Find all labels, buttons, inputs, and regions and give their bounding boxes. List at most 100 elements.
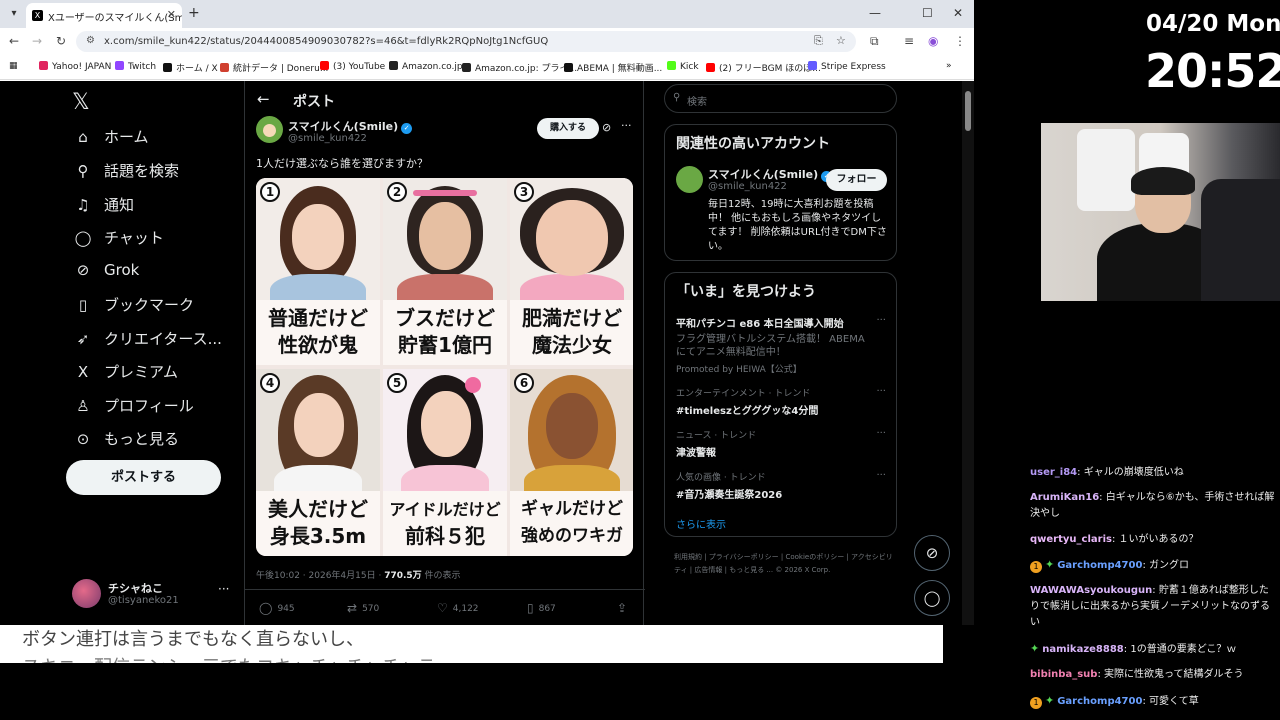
share-icon[interactable]: ⇪ [617,601,632,615]
tab-bar: ▾ X Xユーザーのスマイルくん(Smile)さん ✕ + — ☐ ✕ [0,0,974,28]
related-avatar[interactable] [676,166,703,193]
back-icon[interactable]: ← [9,34,19,48]
sidebar-item-1[interactable]: ⚲ 話題を検索 [72,160,180,188]
bookmark-item[interactable]: (3) YouTube [320,61,385,72]
bookmark-item[interactable]: ホーム / X [163,61,218,74]
chat-user[interactable]: ArumiKan16 [1030,492,1099,503]
bookmark-item[interactable]: Stripe Express [808,61,886,72]
trend-more-icon[interactable]: ··· [876,315,886,326]
post-button[interactable]: ポストする [66,460,221,495]
trend-more-icon[interactable]: ··· [876,470,886,481]
trend-item[interactable]: エンターテインメント · トレンド #timeleszとグググッな4分間 ··· [676,386,886,417]
bookmark-item[interactable]: Twitch [115,61,156,72]
follow-button[interactable]: フォロー [826,169,887,191]
profile-icon-browser[interactable]: ◉ [928,34,938,48]
trend-item[interactable]: ニュース · トレンド 津波警報 ··· [676,428,886,459]
active-tab[interactable]: X Xユーザーのスマイルくん(Smile)さん ✕ [26,3,182,28]
reply-action[interactable]: ◯ 945 [259,601,295,615]
new-tab-icon[interactable]: + [188,5,200,21]
trend-promo: Promoted by HEIWA【公式】 [676,365,802,375]
sub-badge-icon: 1 [1030,561,1042,573]
post-time[interactable]: 午後10:02 · 2026年4月15日 · [256,571,384,581]
caption-line: アイドルだけど [389,500,501,519]
account-switcher[interactable]: チシャねこ @tisyaneko21 ··· [72,576,242,616]
scrollbar-thumb[interactable] [965,91,971,131]
tab-close-icon[interactable]: ✕ [167,8,176,21]
sidebar-item-3[interactable]: ◯ チャット [72,227,164,255]
chat-user[interactable]: WAWAWAsyoukougun [1030,585,1152,596]
trend-more-icon[interactable]: ··· [876,428,886,439]
chat-user[interactable]: qwertyu_claris [1030,534,1112,545]
trend-item[interactable]: 人気の画像 · トレンド #音乃瀬奏生誕祭2026 ··· [676,470,886,501]
install-app-icon[interactable]: ⎘ [814,34,823,48]
chat-user[interactable]: user_i84 [1030,467,1077,478]
chat-user[interactable]: bibinba_sub [1030,669,1097,680]
browser-menu-icon[interactable]: ⋮ [954,34,966,48]
footer-links[interactable]: 利用規約 | プライバシーポリシー | Cookieのポリシー | アクセシビリ… [674,551,894,577]
related-title: 関連性の高いアカウント [676,136,830,152]
sidebar-item-4[interactable]: ⊘ Grok [72,261,140,289]
address-bar[interactable]: ⚙ x.com/smile_kun422/status/204440085490… [76,31,856,52]
page-title: ポスト [293,94,335,110]
sidebar-item-8[interactable]: ♙ プロフィール [72,395,193,423]
buy-button[interactable]: 購入する [537,118,599,139]
sidebar-item-6[interactable]: ➶ クリエイタース... [72,328,222,356]
post-more-icon[interactable]: ··· [621,119,632,132]
sidebar-item-label: 通知 [104,196,135,214]
related-name[interactable]: スマイルくん(Smile)✓ [708,166,833,182]
related-handle[interactable]: @smile_kun422 [708,181,787,192]
grok-fab-icon[interactable]: ⊘ [914,535,950,571]
trend-item[interactable]: 平和パチンコ e86 本日全国導入開始 フラグ管理バトルシステム搭載！ ABEM… [676,315,886,375]
account-handle: @tisyaneko21 [108,595,179,606]
reload-icon[interactable]: ↻ [56,34,66,48]
like-action[interactable]: ♡ 4,122 [437,601,479,615]
bookmark-star-icon[interactable]: ☆ [836,34,846,47]
x-logo-icon[interactable]: 𝕏 [72,90,90,115]
tab-search-icon[interactable]: ▾ [6,6,22,22]
bookmark-item[interactable]: Yahoo! JAPAN [39,61,111,72]
bookmark-item[interactable]: 統計データ | Doneru... [220,61,328,74]
bookmark-item[interactable]: Amazon.co.jp: プライ... [462,61,577,74]
back-arrow-icon[interactable]: ← [257,90,270,108]
author-handle[interactable]: @smile_kun422 [288,133,367,144]
chat-user[interactable]: Garchomp4700 [1057,560,1142,571]
messages-fab-icon[interactable]: ◯ [914,580,950,616]
chat-user[interactable]: Garchomp4700 [1057,696,1142,707]
author-name[interactable]: スマイルくん(Smile) ✓ [288,118,413,134]
forward-icon[interactable]: → [32,34,42,48]
bookmark-label: ホーム / X [176,64,218,74]
close-window-icon[interactable]: ✕ [953,6,963,20]
minimize-icon[interactable]: — [869,6,881,20]
account-more-icon[interactable]: ··· [218,582,229,596]
search-input[interactable]: ⚲ 検索 [664,84,897,113]
sidebar-item-5[interactable]: ▯ ブックマーク [72,294,194,322]
grok-icon[interactable]: ⊘ [602,121,611,134]
bookmark-item[interactable]: ABEMA | 無料動画... [564,61,662,74]
trend-more-icon[interactable]: ··· [876,386,886,397]
bookmark-favicon-icon [667,61,676,70]
search-icon: ⚲ [77,162,89,180]
media-icon[interactable]: ≡ [904,34,914,48]
scrollbar[interactable] [962,81,974,625]
number-badge: 3 [514,182,534,202]
author-avatar[interactable] [256,116,283,143]
bookmark-item[interactable]: Kick [667,61,699,72]
bookmark-item[interactable]: Amazon.co.jp [389,61,463,72]
repost-action[interactable]: ⇄ 570 [347,601,379,615]
sidebar-item-7[interactable]: X プレミアム [72,361,178,389]
site-info-icon[interactable]: ⚙ [86,35,95,46]
sidebar-item-0[interactable]: ⌂ ホーム [72,126,148,154]
post-image[interactable]: 1 普通だけど 性欲が鬼 2 ブスだけど 貯蓄1億円 3 肥満だけど 魔法少女 … [256,178,633,556]
maximize-icon[interactable]: ☐ [922,6,933,20]
caption-line: 身長3.5m [269,524,367,548]
sidebar-item-2[interactable]: ♫ 通知 [72,194,134,222]
extensions-icon[interactable]: ⧉ [870,34,879,49]
chat-user[interactable]: namikaze8888 [1042,644,1124,655]
show-more-link[interactable]: さらに表示 [676,516,726,531]
bookmark-action[interactable]: ▯ 867 [527,601,556,615]
sidebar-item-9[interactable]: ⊙ もっと見る [72,428,179,456]
apps-grid-icon[interactable]: ▦ [9,61,18,71]
bookmarks-overflow-icon[interactable]: » [946,61,952,71]
bookmark-item[interactable]: (2) フリーBGM ほのぼ... [706,61,821,74]
subtitle-bar: ボタン連打は言うまでもなく直らないし、 スキニー配信テンシュ三でたコキャチャチャ… [0,625,943,663]
